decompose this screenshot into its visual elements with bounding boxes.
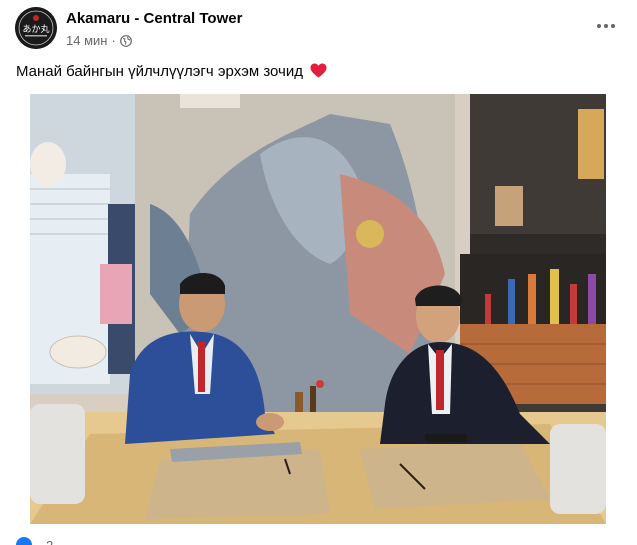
- post-timestamp[interactable]: 14 мин: [66, 33, 107, 48]
- post-photo[interactable]: [30, 94, 606, 524]
- caption-text: Манай байнгын үйлчлүүлэгч эрхэм зочид: [16, 63, 303, 80]
- reaction-bar[interactable]: 2: [16, 537, 53, 545]
- more-options-button[interactable]: [593, 13, 619, 39]
- post-caption: Манай байнгын үйлчлүүлэгч эрхэм зочид: [16, 63, 327, 80]
- post-header: あか丸 Akamaru - Central Tower 14 мин ·: [0, 0, 637, 58]
- akamaru-logo: あか丸: [15, 7, 57, 49]
- post-meta: 14 мин ·: [66, 33, 132, 48]
- svg-text:あか丸: あか丸: [22, 23, 49, 35]
- heart-icon: [310, 63, 327, 78]
- globe-icon[interactable]: [119, 34, 132, 47]
- meta-separator: ·: [111, 33, 116, 48]
- reaction-count[interactable]: 2: [46, 538, 53, 545]
- like-icon: [16, 537, 32, 545]
- page-avatar[interactable]: あか丸: [15, 7, 57, 49]
- restaurant-photo: [30, 94, 606, 524]
- more-horizontal-icon: [597, 24, 601, 28]
- page-name[interactable]: Akamaru - Central Tower: [66, 10, 242, 27]
